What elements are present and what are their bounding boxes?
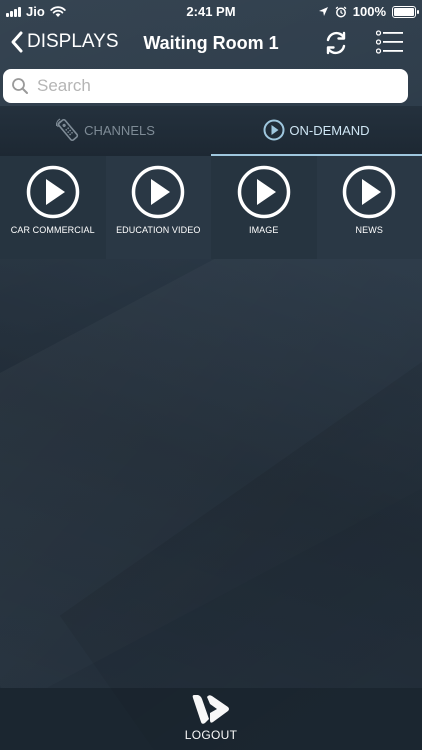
- status-bar: Jio 2:41 PM 100%: [0, 0, 422, 22]
- alarm-clock-icon: [335, 5, 347, 17]
- location-arrow-icon: [318, 7, 328, 16]
- play-circle-icon: [263, 119, 285, 141]
- play-icon: [26, 165, 79, 219]
- on-demand-item-image[interactable]: IMAGE: [211, 156, 317, 259]
- tab-on-demand[interactable]: ON-DEMAND: [211, 106, 422, 154]
- search-icon: [12, 78, 28, 94]
- play-icon: [237, 165, 290, 219]
- battery-percent: 100%: [352, 4, 386, 19]
- tab-bar: CHANNELS ON-DEMAND: [0, 106, 422, 156]
- footer-bar: LOGOUT: [0, 688, 422, 750]
- navigation-bar: DISPLAYS Waiting Room 1: [0, 22, 422, 66]
- app-screen: Jio 2:41 PM 100% DISPLAYS Waiting Room 1…: [0, 0, 422, 750]
- on-demand-item-news[interactable]: NEWS: [316, 156, 422, 259]
- search-bar: [3, 69, 408, 103]
- app-logo-icon: [192, 695, 229, 724]
- tab-on-demand-label: ON-DEMAND: [289, 122, 370, 138]
- remote-control-icon: [56, 118, 80, 142]
- play-icon: [132, 165, 185, 219]
- menu-button[interactable]: [375, 30, 404, 59]
- on-demand-item-car-commercial[interactable]: CAR COMMERCIAL: [0, 156, 106, 259]
- play-icon: [343, 165, 396, 219]
- tab-channels[interactable]: CHANNELS: [0, 106, 211, 154]
- on-demand-item-education-video[interactable]: EDUCATION VIDEO: [105, 156, 211, 259]
- refresh-icon: [326, 31, 346, 55]
- status-right: 100%: [318, 4, 419, 19]
- on-demand-item-label: CAR COMMERCIAL: [10, 225, 95, 235]
- on-demand-item-label: IMAGE: [248, 225, 279, 235]
- tab-channels-label: CHANNELS: [84, 122, 155, 138]
- refresh-button[interactable]: [324, 30, 348, 61]
- search-input[interactable]: [35, 75, 399, 97]
- list-menu-icon: [375, 30, 403, 54]
- logout-button[interactable]: LOGOUT: [185, 728, 237, 742]
- on-demand-item-label: EDUCATION VIDEO: [116, 225, 201, 235]
- on-demand-item-label: NEWS: [355, 225, 383, 235]
- page-title: Waiting Room 1: [143, 33, 279, 53]
- on-demand-grid: CAR COMMERCIAL EDUCATION VIDEO IMAGE NEW…: [0, 156, 422, 259]
- battery-icon: [392, 5, 419, 18]
